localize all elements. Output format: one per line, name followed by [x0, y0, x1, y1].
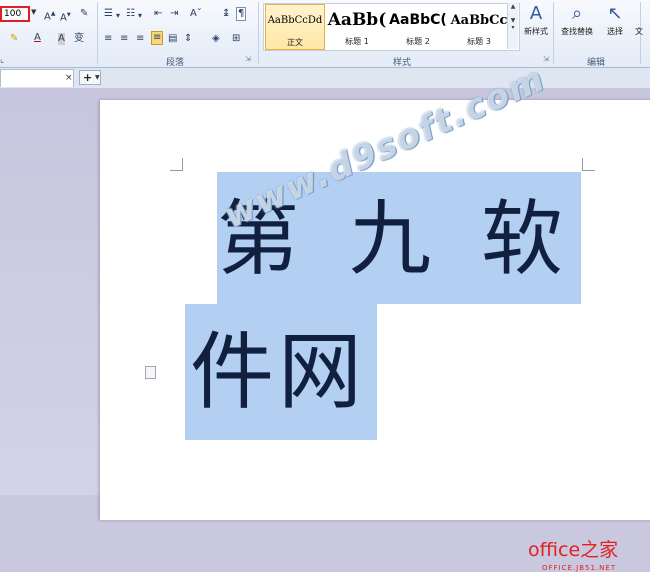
sort-icon[interactable]: Aˇ [190, 8, 202, 20]
align-left-icon[interactable]: ≡ [104, 33, 112, 45]
brand-subtitle: OFFICE.JB51.NET [542, 564, 617, 572]
new-style-icon: A [529, 3, 543, 24]
font-size-input[interactable]: 100 [0, 6, 30, 22]
separator [553, 2, 554, 64]
style-name: 标题 2 [406, 37, 430, 46]
style-sample: AaBbC( [389, 12, 447, 28]
styles-group-label: 样式 [393, 58, 412, 68]
distribute-icon[interactable]: ▤ [168, 33, 177, 45]
style-sample: AaBbCc [450, 13, 508, 28]
ribbon: 100 ▼ A▲ A▼ ✎ ☰ ▾ ☷ ▾ ⇤ ⇥ Aˇ ↨ ¶ ✎ A A 变… [0, 0, 650, 68]
style-heading-3[interactable]: AaBbCc 标题 3 [449, 4, 509, 50]
style-heading-1[interactable]: AaBb( 标题 1 [327, 4, 387, 50]
clear-format-icon[interactable]: ✎ [80, 8, 88, 20]
margin-corner-mark [582, 158, 595, 171]
styles-launcher-icon[interactable]: ⇲ [543, 55, 549, 63]
text-button[interactable]: 文 [628, 2, 650, 37]
shrink-font-icon[interactable]: A▼ [60, 9, 71, 24]
select-button[interactable]: ↖ 选择 [598, 2, 632, 37]
phonetic-icon[interactable]: 变 [74, 33, 84, 45]
select-label: 选择 [607, 27, 623, 36]
decrease-indent-icon[interactable]: ⇤ [154, 8, 162, 20]
style-name: 正文 [287, 38, 303, 47]
grow-font-icon[interactable]: A▲ [44, 8, 55, 23]
numbering-icon[interactable]: ☷ [126, 8, 135, 20]
document-canvas[interactable]: 第九软 件网 www.d9soft.com office之家 OFFICE.JB… [0, 59, 650, 572]
style-name: 标题 1 [345, 37, 369, 46]
separator [258, 2, 259, 64]
highlight-icon[interactable]: ✎ [10, 33, 18, 45]
font-color-icon[interactable]: A [34, 32, 41, 44]
borders-icon[interactable]: ⊞ [232, 33, 240, 45]
document-tab[interactable]: × [0, 69, 74, 87]
bullets-icon[interactable]: ☰ [104, 8, 113, 20]
find-replace-icon: ⌕ [571, 3, 583, 24]
text-label: 文 [635, 27, 643, 36]
font-group-label-edge: ⌞ [0, 55, 5, 65]
align-right-icon[interactable]: ≡ [136, 33, 144, 45]
paragraph-launcher-icon[interactable]: ⇲ [245, 55, 251, 63]
bullets-dropdown-icon[interactable]: ▾ [116, 10, 120, 22]
separator [97, 2, 98, 64]
find-replace-label: 查找替换 [561, 27, 593, 36]
style-normal[interactable]: AaBbCcDd 正文 [265, 4, 325, 50]
document-page[interactable]: 第九软 件网 www.d9soft.com [100, 59, 650, 520]
select-icon: ↖ [607, 3, 623, 24]
new-style-button[interactable]: A 新样式 [519, 2, 553, 37]
style-gallery: AaBbCcDd 正文 AaBb( 标题 1 AaBbC( 标题 2 AaBbC… [263, 3, 520, 51]
char-shading-icon[interactable]: A [58, 33, 65, 45]
document-text-line[interactable]: 件网 [190, 312, 380, 432]
document-tab-strip: × + ▼ [0, 68, 650, 88]
margin-corner-mark [170, 158, 183, 171]
show-marks-icon[interactable]: ¶ [236, 7, 247, 21]
numbering-dropdown-icon[interactable]: ▾ [138, 10, 142, 22]
editing-group-label: 编辑 [587, 58, 606, 68]
line-spacing-icon[interactable]: ↨ [222, 8, 230, 20]
style-name: 标题 3 [467, 37, 491, 46]
close-icon[interactable]: × [65, 73, 73, 83]
new-style-label: 新样式 [524, 27, 548, 36]
chevron-down-icon[interactable]: ▼ [95, 74, 100, 81]
font-size-dropdown-icon[interactable]: ▼ [31, 8, 36, 16]
find-replace-button[interactable]: ⌕ 查找替换 [560, 2, 594, 37]
line-spacing2-icon[interactable]: ⇕ [184, 33, 192, 45]
paragraph-group-label: 段落 [166, 58, 185, 68]
justify-icon[interactable]: ≡ [151, 31, 164, 45]
text-icon [628, 2, 650, 26]
style-sample: AaBb( [327, 10, 387, 30]
shading-icon[interactable]: ◈ [212, 33, 220, 45]
increase-indent-icon[interactable]: ⇥ [170, 8, 178, 20]
brand-logo: office之家 [528, 539, 619, 561]
paragraph-mark-icon [145, 366, 156, 379]
style-sample: AaBbCcDd [267, 15, 323, 26]
style-gallery-scroll[interactable]: ▲ ▼ ▾ [507, 3, 518, 49]
align-center-icon[interactable]: ≡ [120, 33, 128, 45]
style-heading-2[interactable]: AaBbC( 标题 2 [388, 4, 448, 50]
